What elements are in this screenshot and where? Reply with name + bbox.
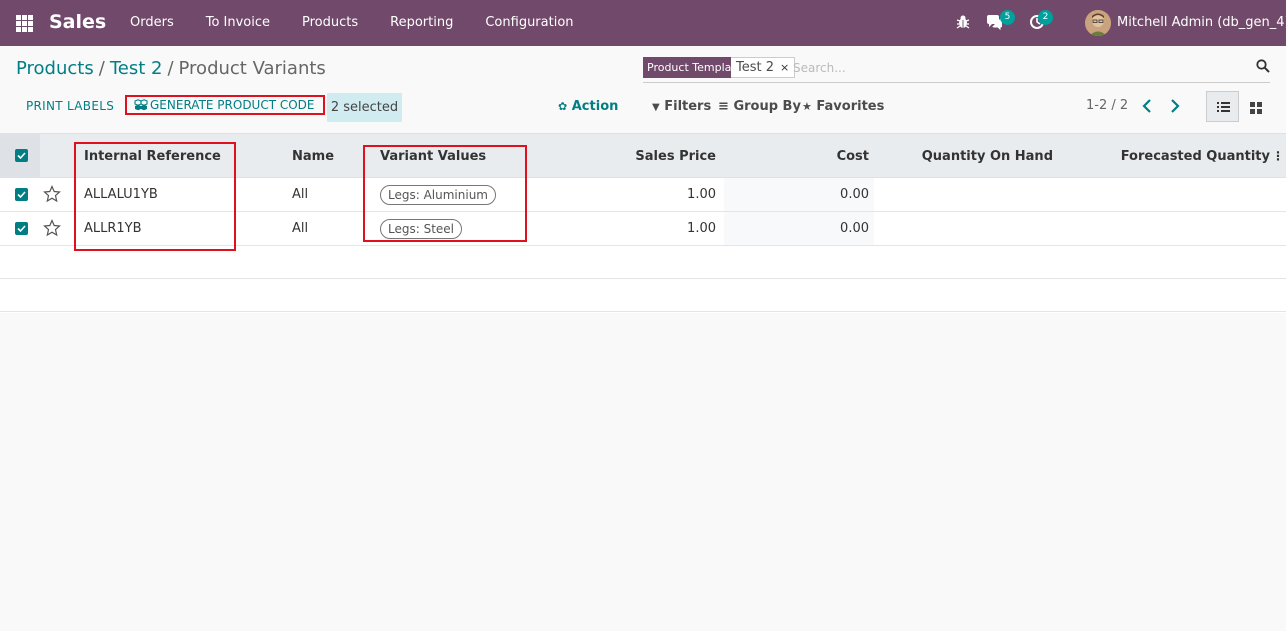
filters-dropdown[interactable]: ▼ Filters [652,99,711,114]
breadcrumb-separator: / [98,58,105,79]
group-by-label: Group By [733,99,801,114]
list-view-button[interactable] [1206,91,1239,122]
generate-product-code-button[interactable]: GENERATE PRODUCT CODE [125,95,325,115]
product-variants-table: Internal Reference Name Variant Values S… [0,133,1286,313]
check-icon [17,225,26,233]
header-cost[interactable]: Cost [760,149,869,164]
variant-tag: Legs: Steel [380,219,463,239]
bars-icon: ≡ [718,99,729,114]
pager-next-icon[interactable] [1168,97,1182,115]
favorite-star-icon[interactable] [43,219,61,237]
top-navbar: Sales Orders To Invoice Products Reporti… [0,0,1286,46]
cell-internal-reference: ALLALU1YB [84,187,158,202]
row-checkbox[interactable] [15,188,28,201]
activity-badge: 2 [1038,10,1053,25]
variant-tag: Legs: Aluminium [380,185,496,205]
row-checkbox[interactable] [15,222,28,235]
cubes-icon [134,99,148,111]
selection-counter: 2 selected [327,93,402,122]
table-header: Internal Reference Name Variant Values S… [0,133,1286,178]
action-dropdown[interactable]: ✿ Action [558,99,618,114]
header-sales-price[interactable]: Sales Price [600,149,716,164]
search-bar: Product Template Test 2 × [643,56,1270,83]
kanban-icon [1250,102,1262,114]
breadcrumb-products[interactable]: Products [16,58,94,79]
user-avatar[interactable] [1085,10,1111,36]
favorites-label: Favorites [816,99,885,114]
optional-columns-toggle-icon[interactable]: ⋮ [1272,149,1284,163]
pager-previous-icon[interactable] [1140,97,1154,115]
main-menu: Orders To Invoice Products Reporting Con… [114,0,590,46]
facet-remove-icon[interactable]: × [780,61,789,74]
breadcrumb-separator: / [167,58,174,79]
chat-badge: 5 [1000,10,1015,25]
select-all-checkbox[interactable] [15,149,28,162]
header-internal-reference[interactable]: Internal Reference [84,149,221,164]
filter-icon: ▼ [652,102,660,113]
menu-reporting[interactable]: Reporting [374,0,469,46]
print-labels-button[interactable]: PRINT LABELS [26,99,114,113]
menu-products[interactable]: Products [286,0,374,46]
list-icon [1217,102,1230,112]
app-brand[interactable]: Sales [49,11,106,33]
generate-product-code-label: GENERATE PRODUCT CODE [150,98,315,112]
empty-row [0,246,1286,279]
gear-icon: ✿ [558,100,568,113]
cell-internal-reference: ALLR1YB [84,221,142,236]
cell-cost: 0.00 [840,187,869,202]
search-input[interactable] [793,59,1193,77]
check-icon [17,191,26,199]
kanban-view-button[interactable] [1239,91,1272,122]
check-icon [17,152,26,160]
header-name[interactable]: Name [292,149,334,164]
menu-configuration[interactable]: Configuration [469,0,589,46]
header-variant-values[interactable]: Variant Values [380,149,486,164]
search-facet-value: Test 2 × [731,57,796,78]
cell-sales-price: 1.00 [687,221,716,236]
star-filled-icon: ★ [802,100,812,113]
favorite-star-icon[interactable] [43,185,61,203]
filters-label: Filters [664,99,712,114]
pager-value[interactable]: 1-2 / 2 [1086,98,1128,113]
search-icon[interactable] [1256,59,1270,73]
user-name[interactable]: Mitchell Admin (db_gen_4) [1117,15,1286,30]
breadcrumb-current: Product Variants [178,58,326,79]
table-row[interactable]: ALLALU1YB All Legs: Aluminium 1.00 0.00 [0,178,1286,212]
app-menu-icon[interactable] [16,15,33,32]
menu-to-invoice[interactable]: To Invoice [190,0,286,46]
cell-cost: 0.00 [840,221,869,236]
menu-orders[interactable]: Orders [114,0,190,46]
favorites-dropdown[interactable]: ★ Favorites [802,99,884,114]
header-forecasted-quantity[interactable]: Forecasted Quantity [1110,149,1270,164]
action-label: Action [571,99,619,114]
table-row[interactable]: ALLR1YB All Legs: Steel 1.00 0.00 [0,212,1286,246]
facet-value-text: Test 2 [736,60,775,75]
group-by-dropdown[interactable]: ≡ Group By [718,99,801,114]
cell-name: All [292,187,309,202]
debug-bug-icon[interactable] [955,14,971,30]
breadcrumb-test-2[interactable]: Test 2 [110,58,163,79]
cell-sales-price: 1.00 [687,187,716,202]
cell-name: All [292,221,309,236]
header-quantity-on-hand[interactable]: Quantity On Hand [900,149,1053,164]
breadcrumb: Products / Test 2/Product Variants [16,58,326,79]
empty-row [0,279,1286,312]
